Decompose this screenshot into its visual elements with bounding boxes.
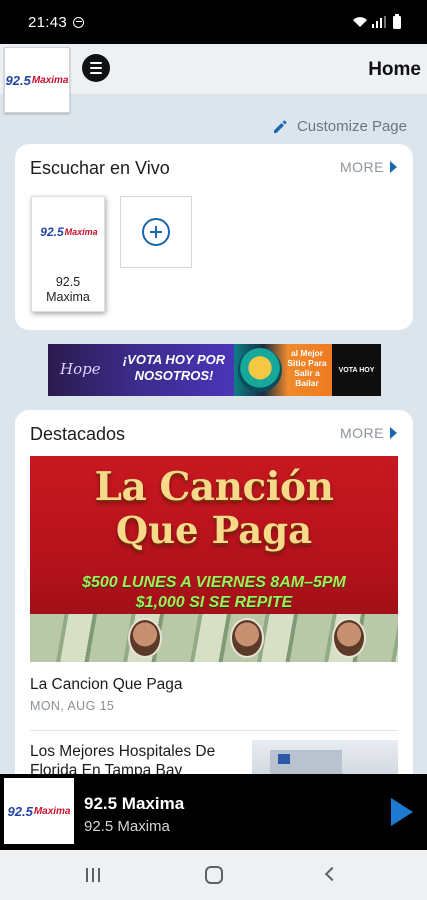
home-icon[interactable] [205, 866, 223, 884]
wifi-icon [352, 17, 367, 27]
station-logo[interactable]: 92.5 Maxima [4, 47, 70, 113]
now-playing-subtitle: 92.5 Maxima [84, 818, 170, 835]
add-station-button[interactable] [120, 196, 192, 268]
featured-more-link[interactable]: MORE [340, 425, 397, 441]
battery-icon [393, 13, 401, 29]
station-tile-logo: 92.5 Maxima [40, 225, 98, 239]
ad-best-text: al Mejor Sitio Para Salir a Bailar [287, 348, 327, 388]
station-tile[interactable]: 92.5 Maxima 92.5 Maxima [31, 196, 105, 312]
feature-item-date: MON, AUG 15 [30, 699, 115, 713]
money-graphic [30, 614, 398, 662]
menu-line-icon [90, 62, 102, 64]
featured-section-title: Destacados [30, 424, 126, 444]
app-header: 92.5 Maxima Home [0, 44, 427, 113]
banner-ad[interactable]: Hope ¡VOTA HOY POR NOSOTROS! al Mejor Si… [48, 344, 381, 396]
more-label: MORE [340, 425, 384, 441]
status-time: 21:43 [28, 13, 68, 31]
do-not-disturb-icon [73, 16, 85, 28]
customize-page-button[interactable]: Customize Page [272, 118, 407, 135]
live-more-link[interactable]: MORE [340, 159, 397, 175]
station-logo-art: 92.5 Maxima [5, 72, 69, 88]
now-playing-logo: 92.5 Maxima [4, 778, 74, 844]
feature-image-prize-2: $1,000 SI SE REPITE [135, 594, 293, 611]
now-playing-bar[interactable]: 92.5 Maxima 92.5 Maxima 92.5 Maxima [0, 774, 427, 850]
ad-script-text: Hope [60, 360, 101, 378]
divider [30, 730, 398, 731]
menu-line-icon [90, 72, 102, 74]
status-icons [352, 13, 401, 29]
feature-item-title[interactable]: La Cancion Que Paga [30, 676, 183, 694]
ad-badge-icon [238, 348, 282, 392]
feature-image[interactable]: La Canción Que Paga $500 LUNES A VIERNES… [30, 456, 398, 662]
chevron-right-icon [390, 161, 397, 173]
face-graphic [128, 618, 162, 658]
ad-vote-panel: Hope ¡VOTA HOY POR NOSOTROS! [48, 344, 234, 396]
system-nav-bar [0, 850, 427, 900]
ad-vote-text: ¡VOTA HOY POR NOSOTROS! [122, 352, 226, 383]
now-playing-title: 92.5 Maxima [84, 794, 185, 813]
more-label: MORE [340, 159, 384, 175]
recent-apps-icon[interactable] [86, 868, 100, 882]
menu-button[interactable] [82, 54, 110, 82]
play-icon[interactable] [391, 798, 413, 826]
signal-icon [371, 16, 386, 28]
face-graphic [332, 618, 366, 658]
pencil-icon [273, 120, 287, 133]
featured-section-card: Destacados MORE La Canción Que Paga $500… [15, 410, 413, 790]
live-section-card: Escuchar en Vivo MORE 92.5 Maxima 92.5 M… [15, 144, 413, 330]
face-graphic [230, 618, 264, 658]
plus-circle-icon [142, 218, 170, 246]
feature-image-prize-1: $500 LUNES A VIERNES 8AM–5PM [82, 574, 346, 591]
status-bar: 21:43 [0, 0, 427, 44]
customize-page-label: Customize Page [296, 118, 407, 135]
ad-best-panel: al Mejor Sitio Para Salir a Bailar [234, 344, 332, 396]
live-section-title: Escuchar en Vivo [30, 158, 170, 178]
station-tile-label: 92.5 Maxima [46, 275, 90, 304]
chevron-right-icon [390, 427, 397, 439]
feature-image-title-2: Que Paga [115, 508, 313, 552]
page-title: Home [368, 59, 421, 80]
feature-image-title-1: La Canción [94, 464, 334, 510]
menu-line-icon [90, 67, 102, 69]
ad-vote-hoy: VOTA HOY [332, 344, 381, 396]
back-icon[interactable] [324, 866, 340, 882]
